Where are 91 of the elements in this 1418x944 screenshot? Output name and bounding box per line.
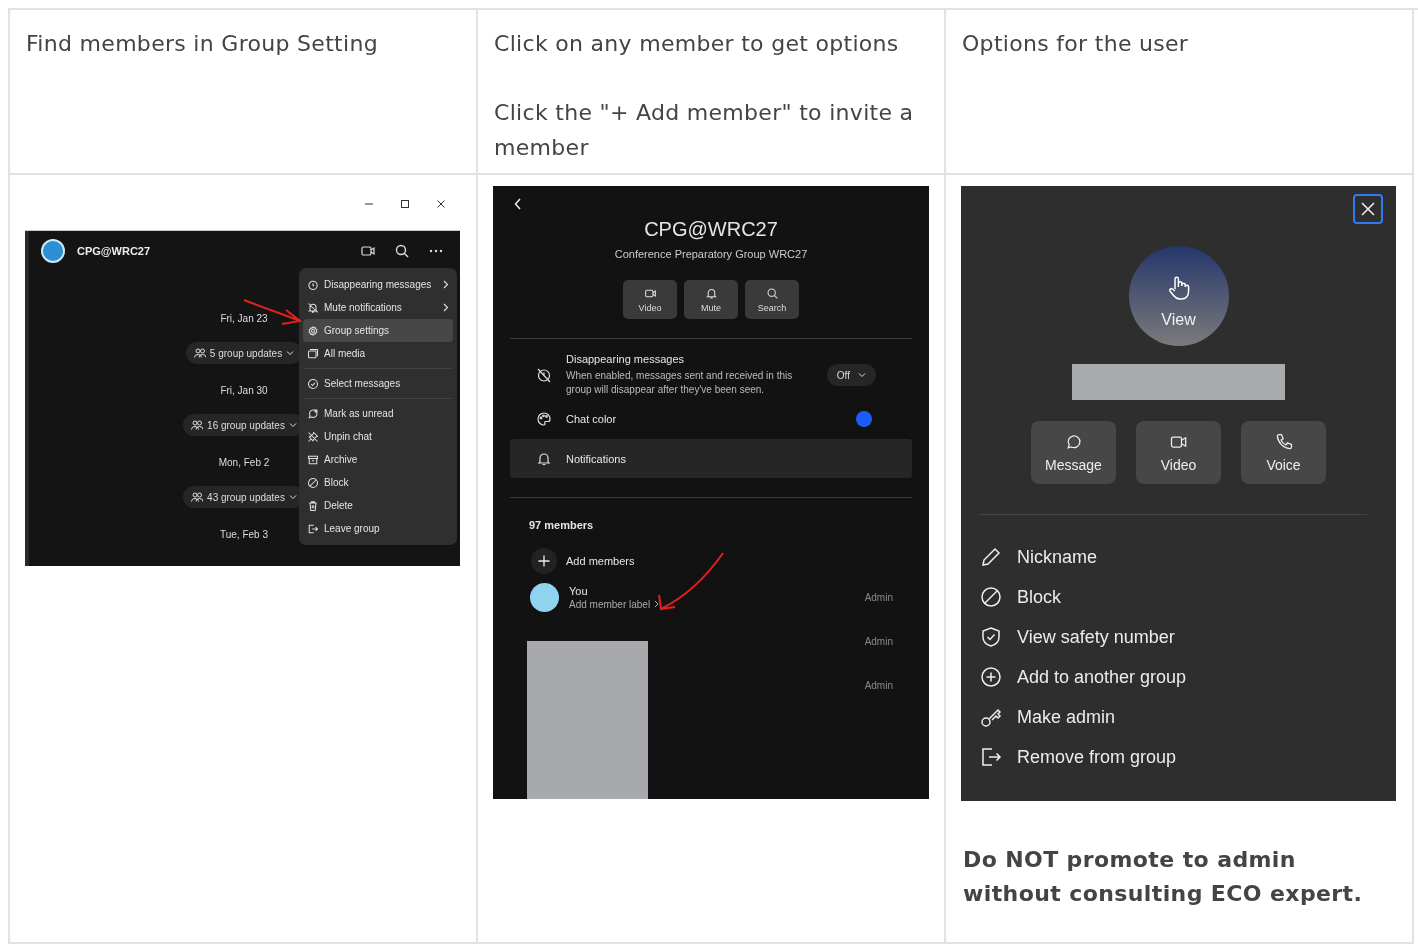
menu-item-icon [307,407,319,420]
member-role: Admin [864,635,893,647]
option-item[interactable]: Block [961,577,1396,617]
menu-item-icon [307,278,319,291]
menu-item[interactable]: All media [303,342,453,365]
member-label-link[interactable]: Add member label [569,598,651,610]
member-role: Admin [864,591,893,603]
menu-item-icon [307,430,319,443]
back-icon[interactable] [514,198,522,210]
close-icon [1360,201,1376,217]
plus-icon [530,547,558,575]
setting-description: When enabled, messages sent and received in this group will disappear after they've been seen. [566,369,794,397]
search-icon [765,286,779,300]
menu-item[interactable]: Mute notifications [303,296,453,319]
bell-icon [536,450,552,467]
setting-label: Notifications [566,452,626,465]
block-icon [979,585,1003,609]
action-button[interactable]: Voice [1241,421,1326,484]
menu-item[interactable]: Leave group [303,517,453,540]
group-description: Conference Preparatory Group WRC27 [613,248,809,260]
plus-circle-icon [979,665,1003,689]
group-avatar [41,239,65,263]
chevron-down-icon [288,422,297,428]
action-button[interactable]: Video [1136,421,1221,484]
header-text: Find members in Group Setting [26,30,379,58]
action-button[interactable]: Message [1031,421,1116,484]
menu-item-icon [307,522,319,535]
timer-dropdown[interactable]: Off [826,364,876,386]
member-name[interactable]: You [569,584,660,597]
option-item[interactable]: Make admin [961,697,1396,737]
member-count: 97 members [529,519,595,531]
bell-icon [704,286,718,300]
group-name: CPG@WRC27 [643,218,779,240]
setting-label: Chat color [566,413,617,425]
menu-item[interactable]: Delete [303,494,453,517]
menu-item-icon [307,453,319,466]
option-item[interactable]: Add to another group [961,657,1396,697]
chat-title: CPG@WRC27 [77,245,151,257]
chevron-right-icon [654,600,660,608]
menu-item-icon [307,301,319,314]
date-separator: Tue, Feb 3 [220,528,268,542]
header-text: Click the "+ Add member" to invite a member [494,99,915,162]
option-item[interactable]: View safety number [961,617,1396,657]
header-text: Click on any member to get options [494,30,900,58]
pencil-icon [979,545,1003,569]
menu-item[interactable]: Disappearing messages [303,273,453,296]
color-swatch[interactable] [856,411,872,427]
action-button[interactable]: Mute [684,280,738,319]
option-item[interactable]: Remove from group [961,737,1396,777]
maximize-icon[interactable] [400,199,410,209]
menu-item-icon [307,499,319,512]
date-separator: Fri, Jan 23 [220,312,268,326]
menu-item[interactable]: Group settings [303,319,453,342]
date-separator: Fri, Jan 30 [220,384,268,398]
menu-item[interactable]: Unpin chat [303,425,453,448]
menu-item-icon [307,377,319,390]
video-call-icon[interactable] [360,243,376,259]
chevron-down-icon [288,494,297,500]
option-item[interactable]: Nickname [961,537,1396,577]
menu-item-icon [307,347,319,360]
annotation-arrow [657,551,727,613]
search-icon[interactable] [394,243,410,259]
add-members-button[interactable]: Add members [530,547,929,575]
people-icon [191,420,204,430]
close-icon[interactable] [436,199,446,209]
date-separator: Mon, Feb 2 [218,456,270,470]
action-button[interactable]: Video [623,280,677,319]
people-icon [191,492,204,502]
setting-title: Disappearing messages [566,353,685,365]
menu-item[interactable]: Mark as unread [303,402,453,425]
close-button[interactable] [1353,194,1383,224]
menu-item-icon [307,476,319,489]
shield-check-icon [979,625,1003,649]
exit-icon [979,745,1003,769]
notifications-row[interactable]: Notifications [510,439,912,478]
chevron-down-icon [858,372,866,378]
palette-icon [536,411,552,427]
view-avatar-button[interactable]: View [1128,246,1229,346]
member-role: Admin [864,679,893,691]
header-text: Options for the user [962,30,1190,58]
hand-pointer-icon [1166,274,1191,301]
menu-item[interactable]: Archive [303,448,453,471]
chevron-down-icon [286,350,295,356]
menu-item-icon [307,324,319,337]
warning-note: Do NOT promote to admin without consulting ECO expert. [963,846,1364,908]
member-avatar [530,582,559,612]
action-button[interactable]: Search [745,280,799,319]
menu-item[interactable]: Block [303,471,453,494]
menu-item[interactable]: Select messages [303,372,453,395]
timer-off-icon [536,367,552,383]
people-icon [193,348,206,358]
